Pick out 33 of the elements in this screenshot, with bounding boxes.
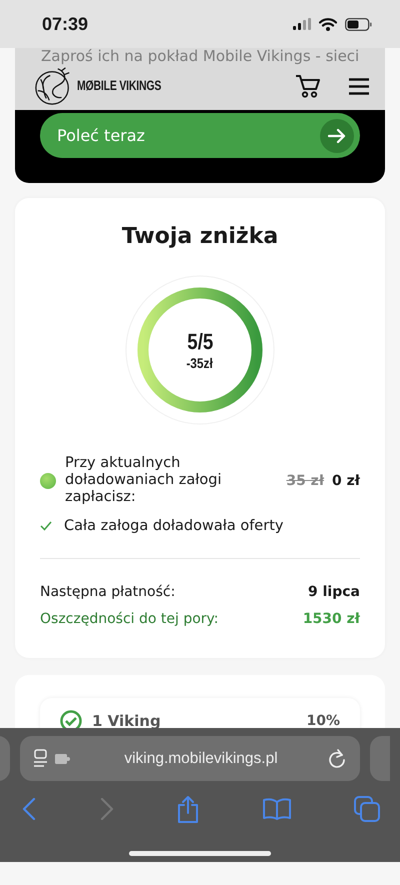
discount-amount: -35zł bbox=[186, 355, 214, 371]
bookmarks-icon[interactable] bbox=[262, 798, 290, 820]
tab-preview[interactable] bbox=[370, 736, 390, 781]
status-time: 07:39 bbox=[42, 14, 88, 34]
url-text: viking.mobilevikings.pl bbox=[123, 750, 279, 768]
logo-text: MØBILE VIKINGS bbox=[77, 78, 162, 94]
status-dot bbox=[40, 472, 56, 488]
detail-value: 1530 zł bbox=[302, 611, 360, 627]
crew-percent: 10% bbox=[306, 713, 340, 729]
forward-icon[interactable] bbox=[100, 798, 114, 820]
reload-icon[interactable] bbox=[328, 748, 346, 768]
new-price: 0 zł bbox=[332, 472, 360, 488]
promo-text: Zaproś ich na pokład Mobile Vikings - sieci bbox=[41, 48, 360, 65]
tabs-icon[interactable] bbox=[354, 796, 380, 822]
check-text: Cała załoga doładowała oferty bbox=[64, 518, 284, 534]
share-icon[interactable] bbox=[177, 795, 199, 823]
detail-label: Oszczędności do tej pory: bbox=[40, 611, 219, 627]
back-icon[interactable] bbox=[22, 798, 36, 820]
old-price: 35 zł bbox=[286, 472, 324, 488]
menu-icon[interactable] bbox=[349, 78, 369, 94]
detail-label: Następna płatność: bbox=[40, 584, 176, 600]
cart-icon[interactable] bbox=[295, 74, 321, 98]
wifi-icon bbox=[319, 18, 337, 30]
address-field[interactable]: viking.mobilevikings.pl bbox=[20, 736, 360, 781]
crew-name: 1 Viking bbox=[92, 712, 161, 730]
battery-icon bbox=[345, 18, 372, 30]
signal-icon bbox=[293, 18, 311, 30]
progress-count: 5/5 bbox=[187, 329, 213, 355]
refer-button[interactable]: Poleć teraz bbox=[40, 113, 360, 158]
card-title: Twoja zniżka bbox=[120, 224, 280, 249]
price-label: Przy aktualnych doładowaniach załogi zapłacisz: bbox=[65, 455, 222, 506]
detail-value: 9 lipca bbox=[308, 584, 360, 600]
arrow-right-icon bbox=[328, 128, 346, 144]
